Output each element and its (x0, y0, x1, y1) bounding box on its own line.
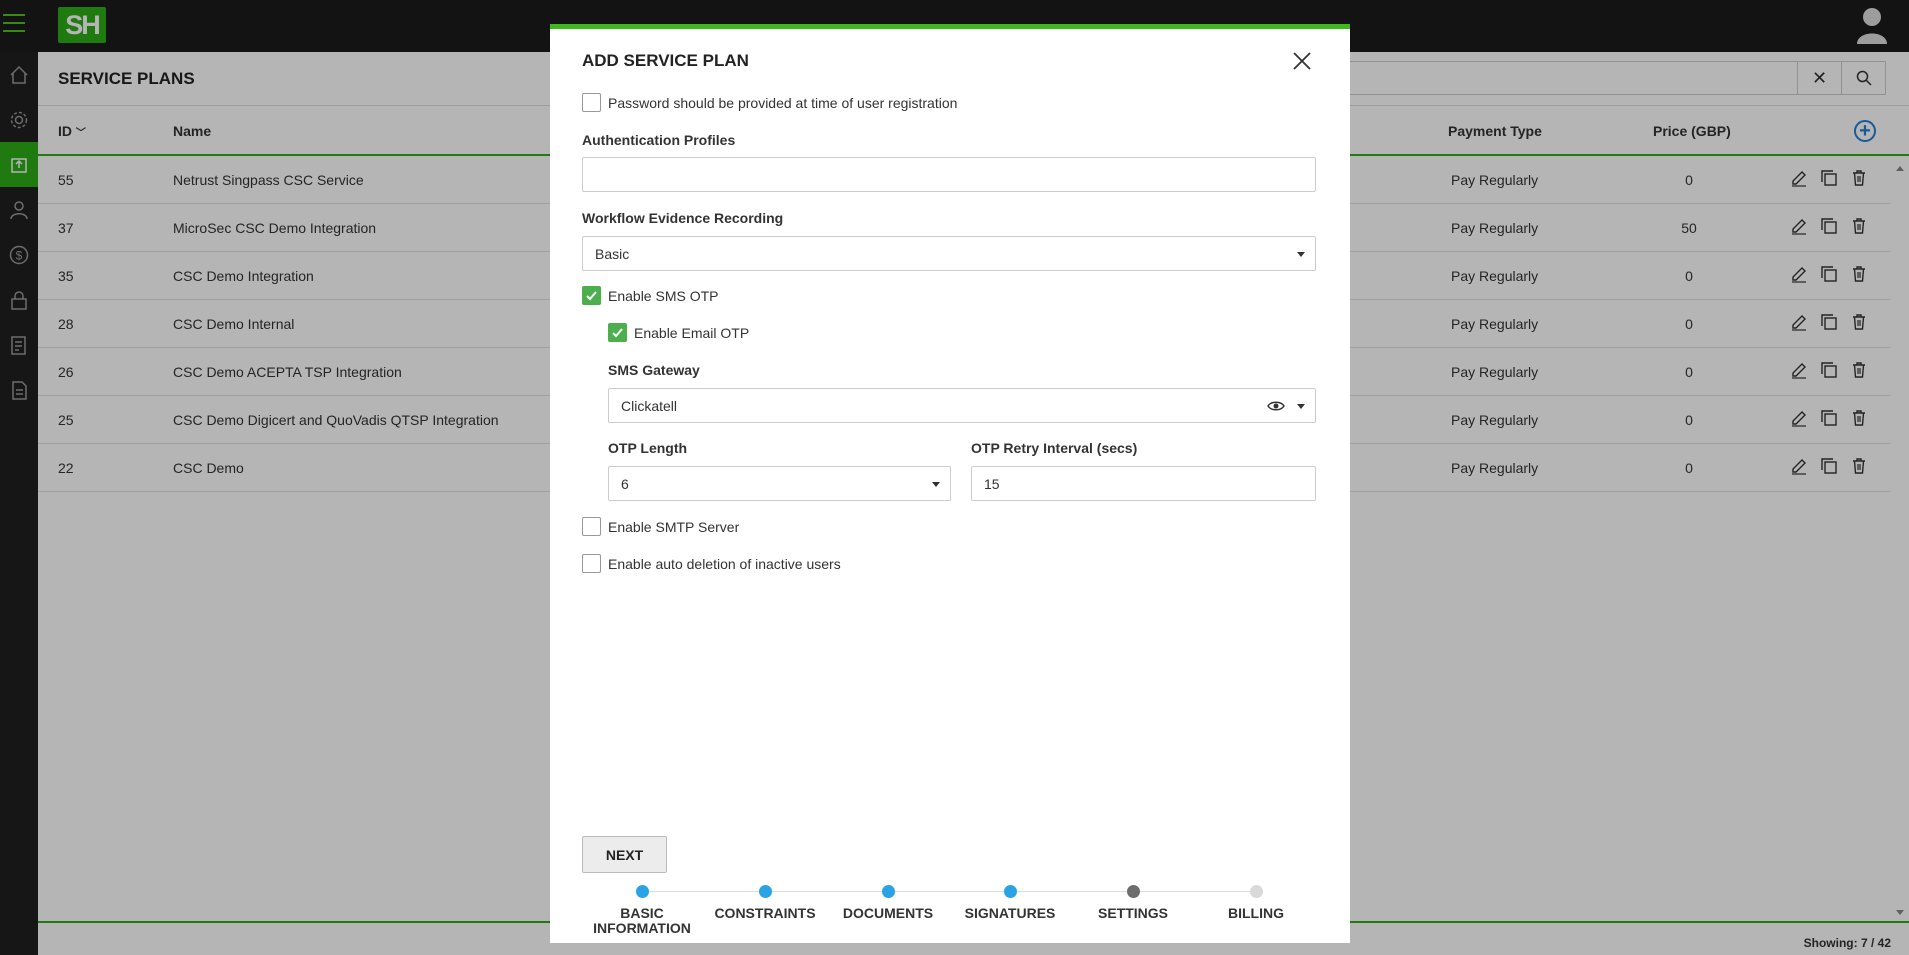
add-service-plan-dialog: ADD SERVICE PLAN Password should be prov… (550, 24, 1350, 943)
otp-length-label: OTP Length (608, 440, 688, 456)
step-label: BILLING (1228, 905, 1284, 921)
auth-profiles-input[interactable] (582, 157, 1316, 192)
step-label: DOCUMENTS (842, 905, 934, 921)
step-label: CONSTRAINTS (714, 905, 816, 921)
enable-smtp-label: Enable SMTP Server (608, 518, 740, 535)
sms-gateway-value: Clickatell (621, 398, 678, 414)
enable-sms-otp-checkbox[interactable] (582, 286, 601, 305)
step-2[interactable]: CONSTRAINTS (705, 885, 825, 921)
workflow-evidence-label: Workflow Evidence Recording (582, 210, 784, 226)
step-label: BASIC (620, 905, 664, 921)
auto-deletion-label: Enable auto deletion of inactive users (608, 555, 841, 572)
auto-deletion-checkbox[interactable] (582, 554, 601, 573)
dialog-title: ADD SERVICE PLAN (582, 51, 749, 70)
eye-icon[interactable] (1267, 398, 1285, 414)
workflow-evidence-value: Basic (595, 246, 630, 262)
chevron-down-icon (1297, 404, 1305, 409)
step-label: SIGNATURES (964, 905, 1056, 921)
password-at-registration-option[interactable]: Password should be provided at time of u… (582, 93, 957, 112)
next-button[interactable]: NEXT (582, 836, 667, 873)
step-1[interactable]: BASIC INFORMATION (582, 885, 702, 936)
checkmark-icon (612, 328, 623, 338)
auth-profiles-label: Authentication Profiles (582, 132, 736, 148)
step-dot (881, 885, 895, 898)
chevron-down-icon (932, 482, 940, 487)
sms-gateway-select[interactable]: Clickatell (608, 388, 1316, 423)
step-dot (635, 885, 649, 898)
otp-retry-label: OTP Retry Interval (secs) (971, 440, 1138, 456)
step-4[interactable]: SIGNATURES (950, 885, 1070, 921)
otp-length-select[interactable]: 6 (608, 466, 951, 501)
enable-sms-otp-label: Enable SMS OTP (608, 287, 719, 304)
password-at-registration-checkbox[interactable] (582, 93, 601, 112)
sms-gateway-label: SMS Gateway (608, 362, 700, 378)
enable-email-otp-option[interactable]: Enable Email OTP (608, 323, 749, 342)
step-6[interactable]: BILLING (1196, 885, 1316, 921)
workflow-evidence-select[interactable]: Basic (582, 236, 1316, 271)
enable-email-otp-checkbox[interactable] (608, 323, 627, 342)
step-dot (1003, 885, 1017, 898)
step-label-line2: INFORMATION (593, 920, 691, 936)
close-icon[interactable] (1290, 49, 1314, 73)
enable-email-otp-label: Enable Email OTP (634, 324, 750, 341)
step-5[interactable]: SETTINGS (1073, 885, 1193, 921)
enable-smtp-checkbox[interactable] (582, 517, 601, 536)
step-label: SETTINGS (1097, 905, 1168, 921)
step-3[interactable]: DOCUMENTS (828, 885, 948, 921)
step-dot (1249, 885, 1263, 898)
enable-smtp-option[interactable]: Enable SMTP Server (582, 517, 739, 536)
step-dot (1126, 885, 1140, 898)
otp-length-value: 6 (621, 476, 629, 492)
checkmark-icon (586, 291, 597, 301)
otp-retry-input[interactable]: 15 (971, 466, 1316, 501)
enable-sms-otp-option[interactable]: Enable SMS OTP (582, 286, 719, 305)
step-dot (758, 885, 772, 898)
auto-deletion-option[interactable]: Enable auto deletion of inactive users (582, 554, 841, 573)
password-at-registration-label: Password should be provided at time of u… (608, 94, 958, 111)
chevron-down-icon (1297, 252, 1305, 257)
